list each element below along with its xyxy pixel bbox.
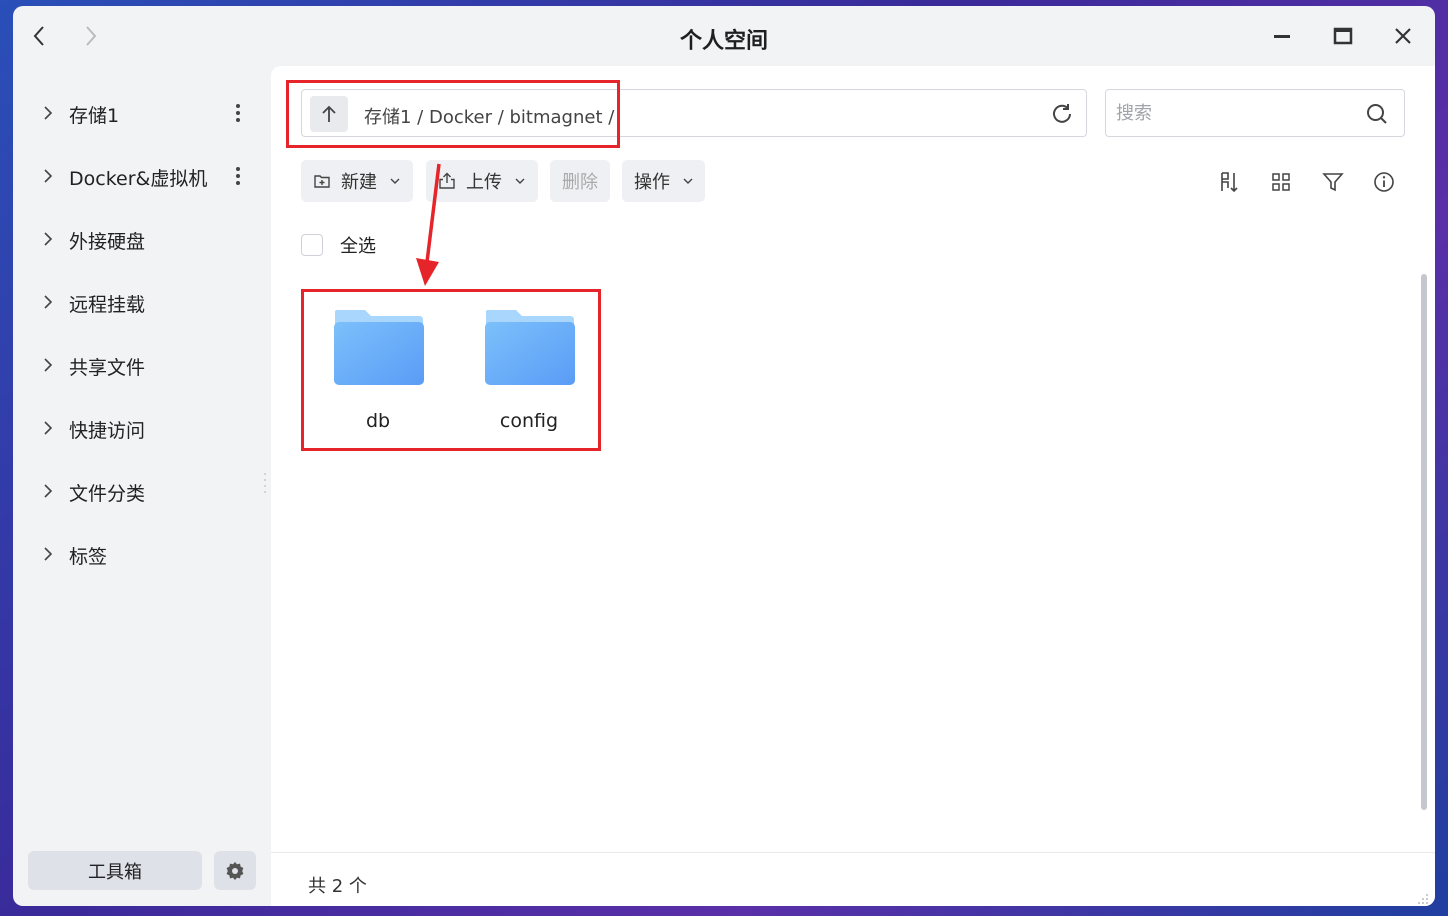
maximize-icon <box>1333 27 1353 45</box>
close-button[interactable] <box>1388 22 1418 50</box>
sidebar-item-label: 外接硬盘 <box>69 231 146 253</box>
chevron-right-icon <box>44 232 53 246</box>
chevron-right-icon <box>44 358 53 372</box>
window-title: 个人空间 <box>679 29 768 54</box>
minimize-button[interactable] <box>1267 22 1297 50</box>
file-name: config <box>499 410 559 432</box>
close-icon <box>1395 28 1411 44</box>
operations-button[interactable]: 操作 <box>622 160 705 202</box>
sidebar-item-label: 共享文件 <box>69 357 146 379</box>
operations-button-label: 操作 <box>634 172 670 193</box>
new-folder-icon <box>314 175 330 188</box>
scrollbar[interactable] <box>1419 266 1429 826</box>
new-button-label: 新建 <box>341 172 377 193</box>
status-bar: 共 2 个 <box>271 852 1435 906</box>
sidebar-item-label: Docker&虚拟机 <box>69 168 208 190</box>
select-all-checkbox[interactable] <box>301 234 323 256</box>
sidebar: 存储1 Docker&虚拟机 外接硬盘 远程挂载 共享文件 快捷访问 文件分类 <box>13 66 271 906</box>
path-text[interactable]: 存储1 / Docker / bitmagnet / <box>364 103 614 129</box>
sidebar-item-label: 文件分类 <box>69 483 146 505</box>
search-box <box>1105 89 1405 137</box>
chevron-down-icon <box>390 178 400 184</box>
chevron-down-icon <box>683 178 693 184</box>
more-vertical-icon[interactable] <box>231 101 245 125</box>
sidebar-item-label: 标签 <box>69 546 108 568</box>
sidebar-item-label: 远程挂载 <box>69 294 146 316</box>
settings-button[interactable] <box>214 851 256 890</box>
sidebar-item-shared-files[interactable]: 共享文件 <box>13 345 263 385</box>
grid-view-icon[interactable] <box>1269 170 1293 194</box>
sort-icon[interactable] <box>1217 170 1241 194</box>
scrollbar-thumb[interactable] <box>1421 274 1427 810</box>
sidebar-item-label: 存储1 <box>69 105 120 127</box>
sidebar-item-storage1[interactable]: 存储1 <box>13 93 263 133</box>
parent-folder-button[interactable] <box>310 96 348 132</box>
chevron-right-icon <box>44 295 53 309</box>
maximize-button[interactable] <box>1328 22 1358 50</box>
title-bar: 个人空间 <box>13 6 1435 66</box>
sidebar-item-quick-access[interactable]: 快捷访问 <box>13 408 263 448</box>
chevron-right-icon <box>44 421 53 435</box>
toolbox-button[interactable]: 工具箱 <box>28 851 202 890</box>
gear-icon <box>226 861 244 880</box>
sidebar-item-label: 快捷访问 <box>69 420 146 442</box>
upload-button-label: 上传 <box>466 172 502 193</box>
file-name: db <box>365 410 391 432</box>
filter-icon[interactable] <box>1321 170 1345 194</box>
more-vertical-icon[interactable] <box>231 164 245 188</box>
sidebar-item-external-disk[interactable]: 外接硬盘 <box>13 219 263 259</box>
resize-handle-icon[interactable] <box>263 471 267 495</box>
search-input[interactable] <box>1116 100 1356 126</box>
delete-button[interactable]: 删除 <box>550 160 610 202</box>
path-bar[interactable]: 存储1 / Docker / bitmagnet / <box>301 89 1087 137</box>
main-panel: 存储1 / Docker / bitmagnet / 新建 上传 删除 操作 <box>271 66 1435 906</box>
folder-icon <box>485 310 575 385</box>
new-button[interactable]: 新建 <box>301 160 413 202</box>
arrow-up-icon <box>322 105 336 122</box>
sidebar-item-tags[interactable]: 标签 <box>13 534 263 574</box>
resize-grip-icon[interactable] <box>1417 893 1429 905</box>
chevron-right-icon <box>44 169 53 183</box>
refresh-icon[interactable] <box>1050 102 1074 126</box>
chevron-right-icon <box>44 106 53 120</box>
select-all-label: 全选 <box>340 236 376 257</box>
info-icon[interactable] <box>1372 170 1396 194</box>
chevron-right-icon <box>44 484 53 498</box>
select-all[interactable]: 全选 <box>301 232 376 258</box>
sidebar-item-docker-vm[interactable]: Docker&虚拟机 <box>13 156 263 196</box>
folder-item-db[interactable]: db <box>313 306 443 446</box>
minimize-icon <box>1274 35 1290 38</box>
sidebar-item-remote-mount[interactable]: 远程挂载 <box>13 282 263 322</box>
annotation-arrow-icon <box>416 163 441 286</box>
folder-item-config[interactable]: config <box>464 306 594 446</box>
item-count: 共 2 个 <box>308 876 367 897</box>
chevron-right-icon <box>44 547 53 561</box>
search-icon[interactable] <box>1365 102 1389 126</box>
folder-icon <box>334 310 424 385</box>
chevron-down-icon <box>515 178 525 184</box>
file-manager-window: 个人空间 存储1 Docker&虚拟机 外接硬盘 远程挂载 共享文件 快捷访问 … <box>13 6 1435 906</box>
sidebar-item-file-categories[interactable]: 文件分类 <box>13 471 263 511</box>
